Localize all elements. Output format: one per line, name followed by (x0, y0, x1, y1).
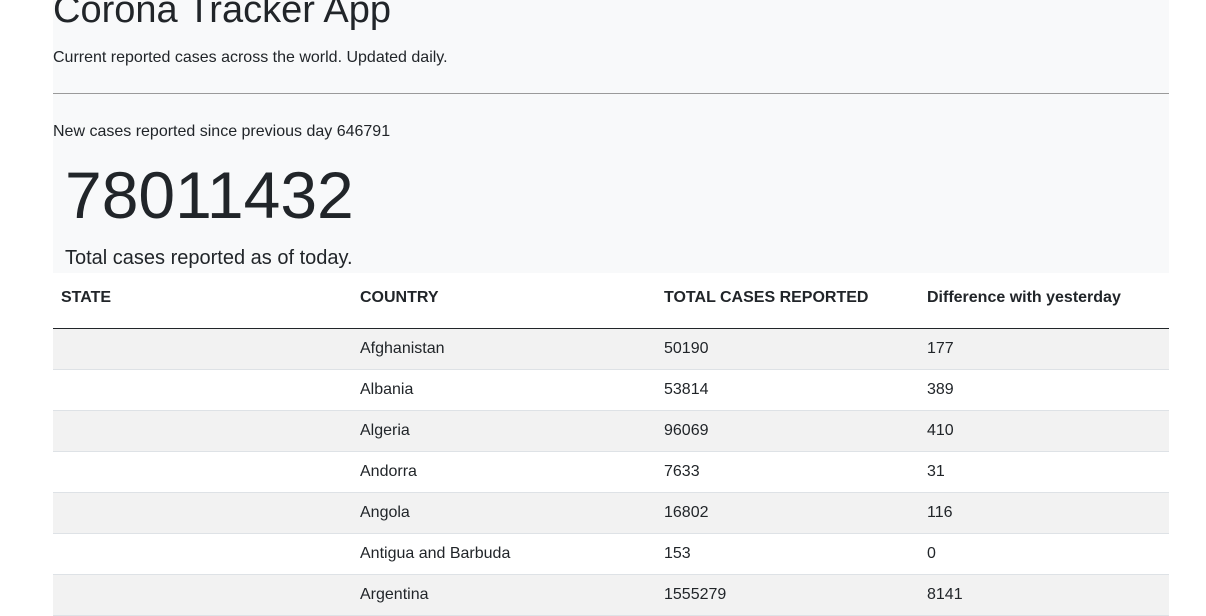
table-row: Afghanistan 50190 177 (53, 328, 1169, 370)
cell-diff: 116 (919, 492, 1169, 534)
cell-diff: 177 (919, 328, 1169, 370)
cell-country: Argentina (352, 574, 656, 616)
summary-panel: Corona Tracker App Current reported case… (53, 0, 1169, 273)
cell-country: Angola (352, 492, 656, 534)
cell-state (53, 328, 352, 370)
cell-state (53, 492, 352, 534)
divider (53, 93, 1169, 94)
table-row: Algeria 96069 410 (53, 410, 1169, 452)
table-row: Antigua and Barbuda 153 0 (53, 533, 1169, 575)
app-subtitle: Current reported cases across the world.… (53, 49, 448, 66)
cell-diff: 31 (919, 451, 1169, 493)
table-body: Afghanistan 50190 177 Albania 53814 389 … (53, 328, 1169, 616)
app-title: Corona Tracker App (53, 0, 391, 31)
new-cases-text: New cases reported since previous day 64… (53, 123, 391, 140)
total-cases-number: 78011432 (65, 158, 354, 232)
cell-diff: 8141 (919, 574, 1169, 616)
column-header-state: STATE (53, 288, 352, 329)
cell-country: Albania (352, 369, 656, 411)
cell-total: 50190 (656, 328, 919, 370)
cases-table: STATE COUNTRY TOTAL CASES REPORTED Diffe… (53, 288, 1169, 616)
column-header-difference: Difference with yesterday (919, 288, 1169, 329)
cell-total: 16802 (656, 492, 919, 534)
cell-state (53, 451, 352, 493)
cell-total: 1555279 (656, 574, 919, 616)
column-header-total-cases: TOTAL CASES REPORTED (656, 288, 919, 329)
cell-state (53, 533, 352, 575)
total-cases-caption: Total cases reported as of today. (65, 247, 353, 269)
cell-total: 96069 (656, 410, 919, 452)
column-header-country: COUNTRY (352, 288, 656, 329)
table-row: Argentina 1555279 8141 (53, 574, 1169, 616)
cell-state (53, 574, 352, 616)
cell-diff: 410 (919, 410, 1169, 452)
cell-country: Algeria (352, 410, 656, 452)
cell-total: 53814 (656, 369, 919, 411)
table-row: Andorra 7633 31 (53, 451, 1169, 493)
table-row: Angola 16802 116 (53, 492, 1169, 534)
cell-country: Afghanistan (352, 328, 656, 370)
table-row: Albania 53814 389 (53, 369, 1169, 411)
cell-country: Andorra (352, 451, 656, 493)
cell-state (53, 369, 352, 411)
table-header: STATE COUNTRY TOTAL CASES REPORTED Diffe… (53, 288, 1169, 329)
cell-diff: 0 (919, 533, 1169, 575)
cell-country: Antigua and Barbuda (352, 533, 656, 575)
main-container: Corona Tracker App Current reported case… (53, 0, 1169, 616)
cell-state (53, 410, 352, 452)
cell-total: 7633 (656, 451, 919, 493)
cell-total: 153 (656, 533, 919, 575)
cell-diff: 389 (919, 369, 1169, 411)
